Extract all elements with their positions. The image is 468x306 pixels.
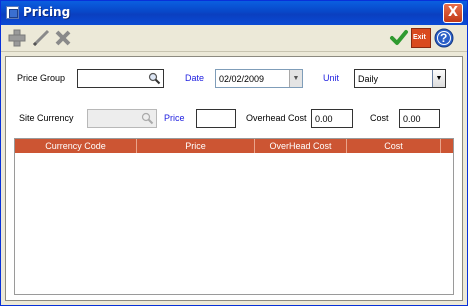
date-dropdown-button[interactable]: ▼	[289, 70, 302, 87]
column-header-filler	[441, 139, 453, 153]
unit-select[interactable]: Daily ▼	[354, 69, 446, 88]
grid-header: Currency Code Price OverHead Cost Cost	[15, 139, 453, 153]
overhead-cost-field[interactable]: 0.00	[311, 109, 353, 128]
pricing-window: Pricing X Exit ? Price Group Date 02/02/…	[0, 0, 468, 306]
price-label: Price	[164, 113, 185, 123]
date-field[interactable]: 02/02/2009 ▼	[215, 69, 303, 88]
column-header-price[interactable]: Price	[137, 139, 255, 153]
toolbar: Exit ?	[1, 25, 467, 52]
save-icon[interactable]	[389, 28, 409, 48]
close-button[interactable]: X	[443, 3, 463, 23]
edit-icon[interactable]	[31, 28, 51, 48]
price-field[interactable]	[196, 109, 236, 128]
help-icon[interactable]: ?	[434, 28, 454, 48]
price-group-label: Price Group	[17, 73, 66, 83]
search-icon	[141, 112, 154, 125]
site-currency-field	[87, 109, 157, 128]
site-currency-label: Site Currency	[19, 113, 74, 123]
exit-icon[interactable]: Exit	[411, 28, 431, 48]
price-group-field[interactable]	[77, 69, 164, 88]
unit-label: Unit	[323, 73, 340, 83]
date-label: Date	[185, 73, 205, 83]
overhead-cost-label: Overhead Cost	[246, 113, 307, 123]
column-header-overhead-cost[interactable]: OverHead Cost	[255, 139, 347, 153]
help-icon-label: ?	[440, 31, 448, 45]
cost-value: 0.00	[403, 114, 421, 124]
form-panel: Price Group Date 02/02/2009 ▼ Unit Daily…	[5, 56, 463, 301]
unit-dropdown-button[interactable]: ▼	[432, 70, 445, 87]
window-title: Pricing	[23, 5, 71, 19]
column-header-cost[interactable]: Cost	[347, 139, 441, 153]
cost-label: Cost	[370, 113, 389, 123]
search-icon[interactable]	[148, 72, 161, 85]
column-header-currency-code[interactable]: Currency Code	[15, 139, 137, 153]
cost-field[interactable]: 0.00	[399, 109, 440, 128]
title-bar: Pricing X	[1, 1, 467, 25]
date-value: 02/02/2009	[219, 74, 265, 84]
add-icon[interactable]	[7, 28, 27, 48]
pricing-grid[interactable]: Currency Code Price OverHead Cost Cost	[14, 138, 454, 295]
exit-icon-label: Exit	[413, 34, 426, 41]
overhead-cost-value: 0.00	[315, 114, 333, 124]
delete-icon[interactable]	[53, 28, 73, 48]
unit-value: Daily	[358, 74, 379, 84]
window-app-icon	[6, 6, 19, 19]
